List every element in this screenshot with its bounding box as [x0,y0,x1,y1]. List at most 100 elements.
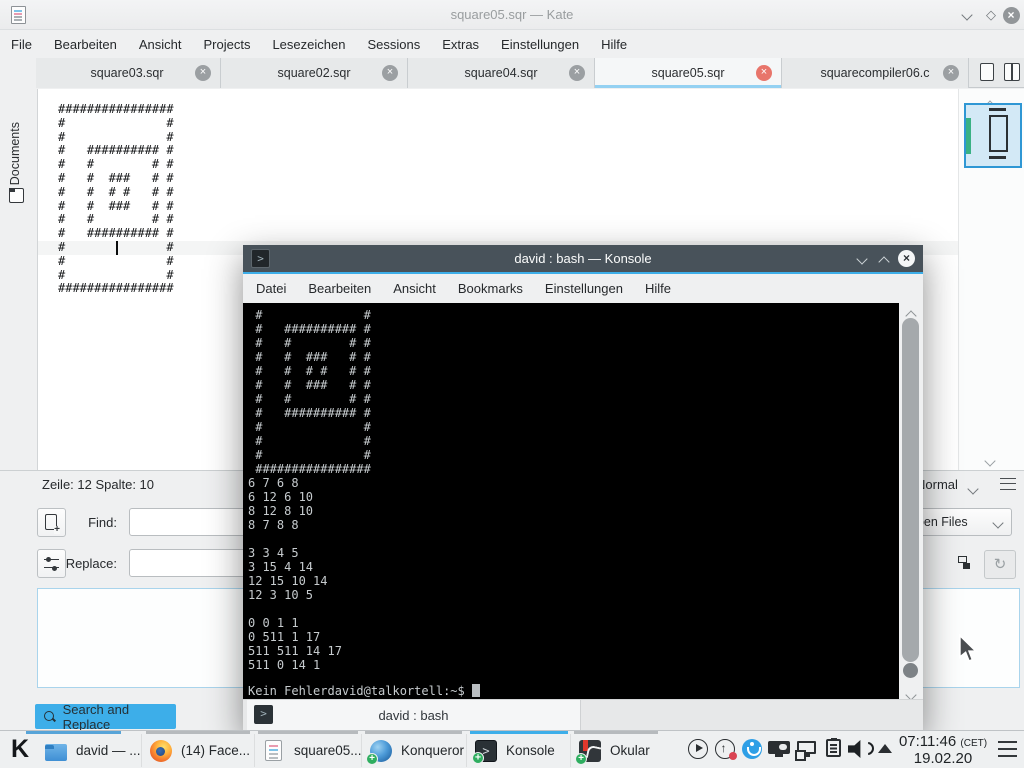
tab-label: square02.sqr [278,66,351,80]
tray-expand-arrow-icon[interactable] [878,744,892,753]
search-and-replace-toggle-button[interactable]: Search and Replace [35,704,176,729]
clipboard-icon[interactable] [826,739,841,757]
konsole-menu-bearbeiten[interactable]: Bearbeiten [297,281,382,296]
statusbar-menu-icon[interactable] [1000,478,1016,490]
konsole-menu-bookmarks[interactable]: Bookmarks [447,281,534,296]
refresh-search-button[interactable]: ↻ [984,550,1016,579]
konsole-titlebar[interactable]: > david : bash — Konsole × [243,245,923,272]
terminal-scrollbar[interactable] [899,303,923,699]
editor-scrollbar-minimap[interactable] [958,89,1024,470]
panel-settings-hamburger-icon[interactable] [998,741,1017,757]
volume-icon[interactable] [848,739,868,759]
tab-square02[interactable]: square02.sqr × [221,58,408,88]
scrollbar-thumb[interactable] [902,318,919,662]
clock-time: 07:11:46 [899,733,956,750]
taskbar-item-kate[interactable]: square05.... [256,734,362,767]
taskbar-item-okular[interactable]: + Okular [572,734,660,767]
scroll-down-icon[interactable] [986,452,994,470]
toggle-label: Search and Replace [63,702,176,732]
tab-close-icon[interactable]: × [382,65,398,81]
okular-icon: + [579,740,601,762]
konsole-session-tab[interactable]: > david : bash [247,700,581,730]
tab-close-icon[interactable]: × [569,65,585,81]
kate-menubar: File Bearbeiten Ansicht Projects Lesezei… [0,30,1024,58]
kate-titlebar[interactable]: square05.sqr — Kate ◇ × [0,0,1024,30]
kate-menu-sessions[interactable]: Sessions [356,37,431,52]
prompt-text: Kein Fehlerdavid@talkortell:~$ [248,684,465,698]
replace-label: Replace: [40,556,117,571]
new-document-icon[interactable] [980,63,994,81]
kate-menu-projects[interactable]: Projects [192,37,261,52]
taskbar-item-dolphin[interactable]: david — ... [38,734,142,767]
terminal-area[interactable]: # # # ########## # # # # # # # ### # # #… [243,303,923,699]
kate-menu-hilfe[interactable]: Hilfe [590,37,638,52]
konqueror-globe-icon: + [370,740,392,762]
kate-tabbar: square03.sqr × square02.sqr × square04.s… [0,58,1024,88]
terminal-screen[interactable]: # # # ########## # # # # # # # ### # # #… [243,303,899,699]
kate-menu-ansicht[interactable]: Ansicht [128,37,193,52]
konsole-menu-datei[interactable]: Datei [245,281,297,296]
digital-clock[interactable]: 07:11:46 (CET) 19.02.20 [896,733,990,767]
app-launcher-kde-logo[interactable]: K [6,734,34,764]
plus-badge-icon: + [366,753,378,765]
konsole-menu-hilfe[interactable]: Hilfe [634,281,682,296]
kate-menu-bearbeiten[interactable]: Bearbeiten [43,37,128,52]
sidebar-tab-documents[interactable]: Documents [8,122,22,185]
kate-window-title: square05.sqr — Kate [0,7,1024,22]
tab-close-icon[interactable]: × [756,65,772,81]
network-manager-icon[interactable] [797,741,816,754]
minimap-view-region[interactable] [964,103,1022,168]
tab-squarecompiler06[interactable]: squarecompiler06.c × [782,58,969,88]
taskbar-item-firefox[interactable]: (14) Face... [143,734,255,767]
konsole-terminal-icon: >+ [475,740,497,762]
tab-close-icon[interactable]: × [943,65,959,81]
kate-left-sidebar: Documents [0,58,36,695]
konsole-close-button[interactable]: × [898,250,915,267]
taskbar-item-konsole-active[interactable]: >+ Konsole [468,734,571,767]
text-cursor [116,241,118,255]
kate-menu-file[interactable]: File [0,37,43,52]
scrollbar-position-dot [903,663,918,678]
maximize-icon: ◇ [986,7,996,23]
konsole-menu-einstellungen[interactable]: Einstellungen [534,281,634,296]
konsole-app-icon: > [251,249,270,268]
tab-square04[interactable]: square04.sqr × [408,58,595,88]
editor-text: ################ # # # # # ########## # … [58,103,174,296]
expand-results-tree-icon[interactable] [955,556,972,572]
firefox-icon [150,740,172,762]
updates-notifier-icon[interactable] [715,739,735,759]
media-player-icon[interactable] [688,739,708,759]
screen-share-monitor-icon[interactable] [768,741,790,754]
terminal-output: # # # ########## # # # # # # # ### # # #… [248,308,371,672]
kate-menu-lesezeichen[interactable]: Lesezeichen [261,37,356,52]
kate-document-icon [265,740,282,761]
kate-close-button[interactable]: × [1002,6,1020,24]
tab-square05-active[interactable]: square05.sqr × [595,58,782,88]
kate-maximize-button[interactable]: ◇ [982,6,1000,24]
split-view-icon[interactable] [1004,63,1020,81]
kate-menu-extras[interactable]: Extras [431,37,490,52]
folder-icon [45,744,67,761]
add-search-icon [45,514,57,530]
taskbar-item-konqueror[interactable]: + Konqueror [363,734,467,767]
tab-square03[interactable]: square03.sqr × [34,58,221,88]
konsole-maximize-button[interactable] [875,253,893,271]
konsole-minimize-button[interactable] [853,250,871,268]
minimap-text-mark [989,156,1006,159]
documents-pages-icon[interactable] [9,188,24,203]
kate-minimize-button[interactable] [958,6,976,24]
find-label: Find: [60,515,117,530]
konsole-window: > david : bash — Konsole × Datei Bearbei… [243,245,923,730]
tab-label: squarecompiler06.c [820,66,929,80]
konsole-menu-ansicht[interactable]: Ansicht [382,281,447,296]
terminal-block-cursor [472,684,480,697]
taskbar-panel: K david — ... (14) Face... square05.... … [0,730,1024,768]
mouse-cursor [958,634,978,669]
terminal-icon: > [254,705,273,724]
accessibility-icon[interactable] [742,739,762,759]
tab-close-icon[interactable]: × [195,65,211,81]
kate-menu-einstellungen[interactable]: Einstellungen [490,37,590,52]
chevron-down-icon [992,517,1003,528]
tab-label: square05.sqr [652,66,725,80]
close-icon: × [1003,7,1020,24]
